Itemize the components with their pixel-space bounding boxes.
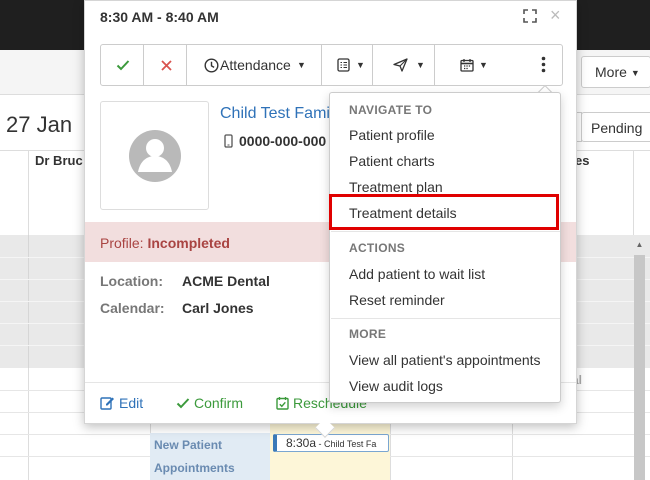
menu-header-more: MORE [349,327,387,341]
menu-header-navigate: NAVIGATE TO [349,103,433,117]
scroll-up-icon[interactable]: ▲ [634,240,645,252]
profile-status: Profile: Incompleted [100,235,230,251]
appointment-action-toolbar: Attendance ▼ ▼ ▼ ▼ [100,44,563,86]
caret-down-icon: ▼ [297,60,306,70]
x-icon [161,60,172,71]
list-icon [337,58,350,72]
highlight-box-treatment-details [329,194,559,230]
profile-status-value: Incompleted [147,235,230,251]
attendance-label: Attendance [220,57,291,73]
user-placeholder-icon [129,130,181,182]
menu-header-actions: ACTIONS [349,241,406,255]
expand-icon[interactable] [523,9,537,23]
caret-down-icon: ▼ [416,60,425,70]
calendar-label: Calendar: [100,300,165,316]
caret-down-icon: ▼ [630,68,640,78]
appointment-time: 8:30a [286,436,317,450]
menu-divider [331,231,560,232]
scrollbar[interactable] [634,255,645,480]
calendar-check-icon [276,397,289,410]
clock-icon [204,58,219,73]
close-icon[interactable]: × [550,5,561,26]
menu-item-patient-profile[interactable]: Patient profile [349,127,435,143]
slot-label: Appointments [154,461,235,475]
cancel-x-button[interactable] [144,45,187,85]
more-button-label: More [595,64,627,80]
location-value: ACME Dental [182,273,270,289]
calendar-date-title: 27 Jan [6,112,73,137]
menu-divider [331,318,560,319]
check-icon [116,60,130,71]
appointment-chip[interactable]: 8:30a - Child Test Fa [273,434,389,452]
more-options-menu: NAVIGATE TO Patient profile Patient char… [329,92,561,403]
menu-item-treatment-plan[interactable]: Treatment plan [349,179,443,195]
location-label: Location: [100,273,163,289]
more-options-button[interactable] [526,45,563,85]
calendar-value: Carl Jones [182,300,254,316]
confirm-link[interactable]: Confirm [176,395,243,411]
caret-down-icon: ▼ [356,60,365,70]
caret-down-icon: ▼ [479,60,488,70]
calendar-dropdown[interactable]: ▼ [435,45,508,85]
calendar-column-header: es [575,153,590,168]
pending-button[interactable]: Pending [581,112,650,142]
menu-item-add-to-wait-list[interactable]: Add patient to wait list [349,266,485,282]
check-icon [176,398,190,409]
edit-link[interactable]: Edit [100,395,143,411]
forms-dropdown[interactable]: ▼ [322,45,373,85]
menu-item-view-all-appointments[interactable]: View all patient's appointments [349,352,541,368]
edit-icon [100,397,114,410]
more-button[interactable]: More ▼ [581,56,650,88]
send-icon [393,58,408,72]
edit-label: Edit [119,395,144,411]
appointment-separator: - [316,439,325,449]
send-dropdown[interactable]: ▼ [373,45,435,85]
confirm-label: Confirm [194,395,244,411]
appointment-time-range: 8:30 AM - 8:40 AM [100,9,219,25]
patient-name-link[interactable]: Child Test Family [220,105,330,123]
calendar-column-header: Dr Bruc [35,153,83,168]
patient-avatar [100,101,209,210]
menu-item-reset-reminder[interactable]: Reset reminder [349,292,445,308]
calendar-icon [460,59,474,72]
appointment-name: Child Test Fa [324,439,377,449]
slot-label: New Patient [154,438,223,452]
menu-item-view-audit-logs[interactable]: View audit logs [349,378,443,394]
confirm-check-button[interactable] [101,45,144,85]
vertical-dots-icon [541,56,546,73]
mobile-phone-icon [224,134,233,148]
profile-label: Profile: [100,235,144,251]
menu-item-patient-charts[interactable]: Patient charts [349,153,435,169]
